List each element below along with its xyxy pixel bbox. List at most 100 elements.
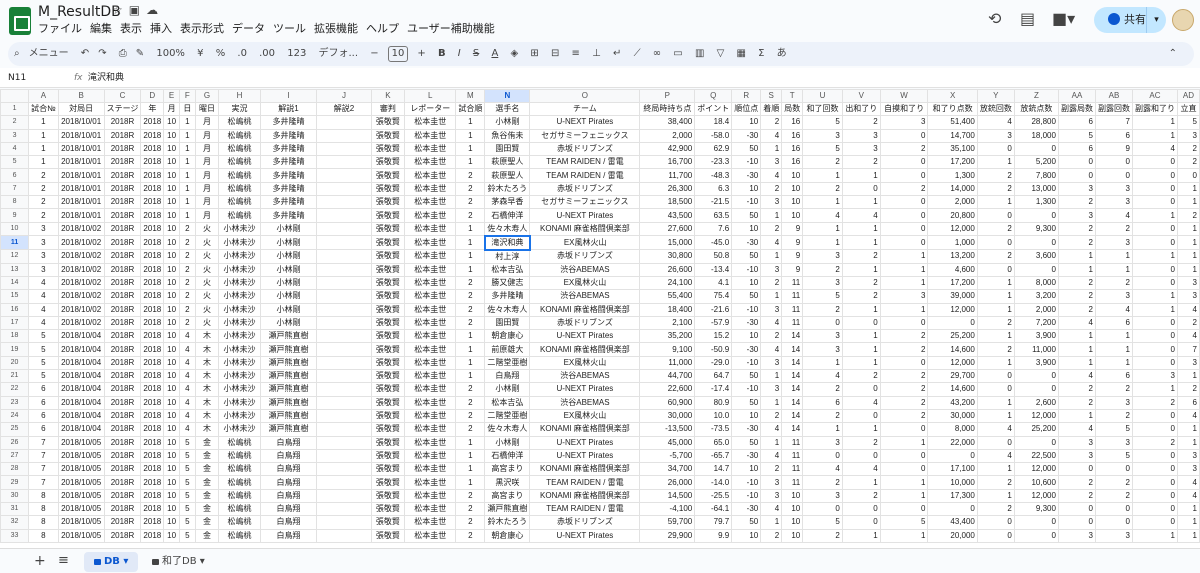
cell[interactable]: 0 [879,502,929,517]
italic-button[interactable]: I [458,48,461,59]
cell[interactable]: 1 [455,128,486,143]
cell[interactable]: 2 [178,262,196,277]
cell[interactable]: 1 [802,168,843,183]
cell[interactable]: 多井隆晴 [259,208,318,223]
cell[interactable]: 2018/10/05 [57,515,105,530]
cell[interactable]: 2018 [140,275,165,291]
cell[interactable]: 二階堂亜樹 [484,355,531,371]
cell[interactable]: 2,600 [1013,395,1059,410]
cell[interactable]: 1 [28,115,59,130]
cell[interactable]: 2 [455,208,486,223]
cell[interactable]: 5 [28,342,59,357]
cell[interactable]: 2018/10/02 [57,315,105,331]
cell[interactable]: 渋谷ABEMAS [529,395,641,410]
header-cell[interactable]: 試合№ [28,101,59,117]
cell[interactable]: 3 [1176,462,1200,477]
cell[interactable]: 4 [178,355,196,371]
cell[interactable]: 0 [1176,168,1200,183]
cell[interactable]: 4 [760,448,783,464]
cell[interactable]: 小林剛 [259,235,318,251]
row-number[interactable]: 20 [0,355,30,371]
cell[interactable]: 2018 [140,141,165,157]
cell[interactable]: 10 [163,289,180,304]
cell[interactable]: 1 [1131,208,1178,223]
cell[interactable]: 14 [781,382,804,397]
cell[interactable]: 5 [178,435,196,450]
cell[interactable]: -10 [731,488,762,504]
cell[interactable]: 1 [1176,528,1200,543]
cell[interactable]: 3 [1094,195,1133,210]
header-cell[interactable]: 副露回数 [1094,101,1133,117]
cell[interactable]: 2 [841,289,881,304]
cell[interactable]: 0 [879,208,929,223]
font-select[interactable]: デフォ... [319,48,359,59]
row-number[interactable]: 33 [0,528,30,543]
cell[interactable]: 3,600 [1013,249,1059,264]
cell[interactable]: 0 [1013,262,1059,277]
cell[interactable]: 2018 [140,289,165,304]
cell[interactable]: 2018R [103,249,142,264]
cell[interactable]: 45,000 [639,435,696,450]
cell[interactable]: 14 [781,422,804,437]
cell[interactable]: 16 [781,128,804,143]
cell[interactable]: 白鳥翔 [259,475,318,490]
cell[interactable]: 4 [28,315,59,331]
cell[interactable]: 3 [1176,128,1200,143]
comments-icon[interactable]: ▤ [1020,9,1035,28]
cell[interactable]: 2018R [103,408,142,424]
cell[interactable]: 14 [781,329,804,344]
cell[interactable]: 2 [28,208,59,223]
cell[interactable]: 0 [927,448,978,464]
cell[interactable]: 火 [194,289,220,304]
cell[interactable]: 4 [1094,302,1133,317]
cell[interactable]: 14 [781,342,804,357]
cell[interactable]: 6 [1094,128,1133,143]
cell[interactable]: 1 [1176,195,1200,210]
cell[interactable]: 4 [1176,302,1200,317]
cell[interactable]: 11 [781,475,804,490]
cell[interactable]: 白鳥翔 [484,369,531,384]
cell[interactable]: 2 [455,168,486,183]
cell[interactable]: 小林剛 [259,302,318,317]
cell[interactable]: 7 [28,435,59,450]
row-number[interactable]: 16 [0,302,30,317]
cell[interactable] [316,115,372,130]
cell[interactable]: -30 [731,235,762,251]
sheets-logo-icon[interactable] [9,7,31,35]
cell[interactable]: 2 [760,275,783,291]
cell[interactable]: 60,900 [639,395,696,410]
cell[interactable]: 10 [731,462,762,477]
cell[interactable]: 4 [976,448,1015,464]
cell[interactable]: 10 [163,408,180,424]
cell[interactable]: 0 [1131,195,1178,210]
cell[interactable]: 3 [802,435,843,450]
cell[interactable]: 1 [178,181,196,197]
cell[interactable]: 2018 [140,355,165,371]
cell[interactable]: 2 [1057,475,1096,490]
cell[interactable]: 1 [841,302,881,317]
filter-views-icon[interactable]: ▦ [736,48,745,59]
cell[interactable]: 4 [1131,141,1178,157]
cell[interactable]: 松嶋桃 [218,168,261,183]
cell[interactable]: 松本圭世 [404,515,457,530]
move-folder-icon[interactable]: ▣ [129,3,140,17]
cell[interactable]: 0 [1131,488,1178,504]
cell[interactable]: 12,000 [927,302,978,317]
cell[interactable]: 5 [178,462,196,477]
cell[interactable]: 50 [731,435,762,450]
cell[interactable]: 張敬賢 [370,448,406,464]
row-number[interactable]: 29 [0,475,30,490]
cell[interactable]: 松嶋桃 [218,515,261,530]
cell[interactable]: 10 [781,528,804,543]
star-icon[interactable]: ☆ [112,3,123,17]
cell[interactable]: 55,400 [639,289,696,304]
column-header[interactable]: F [178,89,196,103]
header-cell[interactable]: 自摸和了り [879,101,929,117]
cell[interactable]: TEAM RAIDEN / 雷電 [529,502,641,517]
cell[interactable]: 1,300 [927,168,978,183]
column-header[interactable]: J [316,89,372,103]
cell[interactable]: 4,600 [927,262,978,277]
cell[interactable]: -30 [731,168,762,183]
cell[interactable]: 2 [879,329,929,344]
cell[interactable]: 2 [455,422,486,437]
